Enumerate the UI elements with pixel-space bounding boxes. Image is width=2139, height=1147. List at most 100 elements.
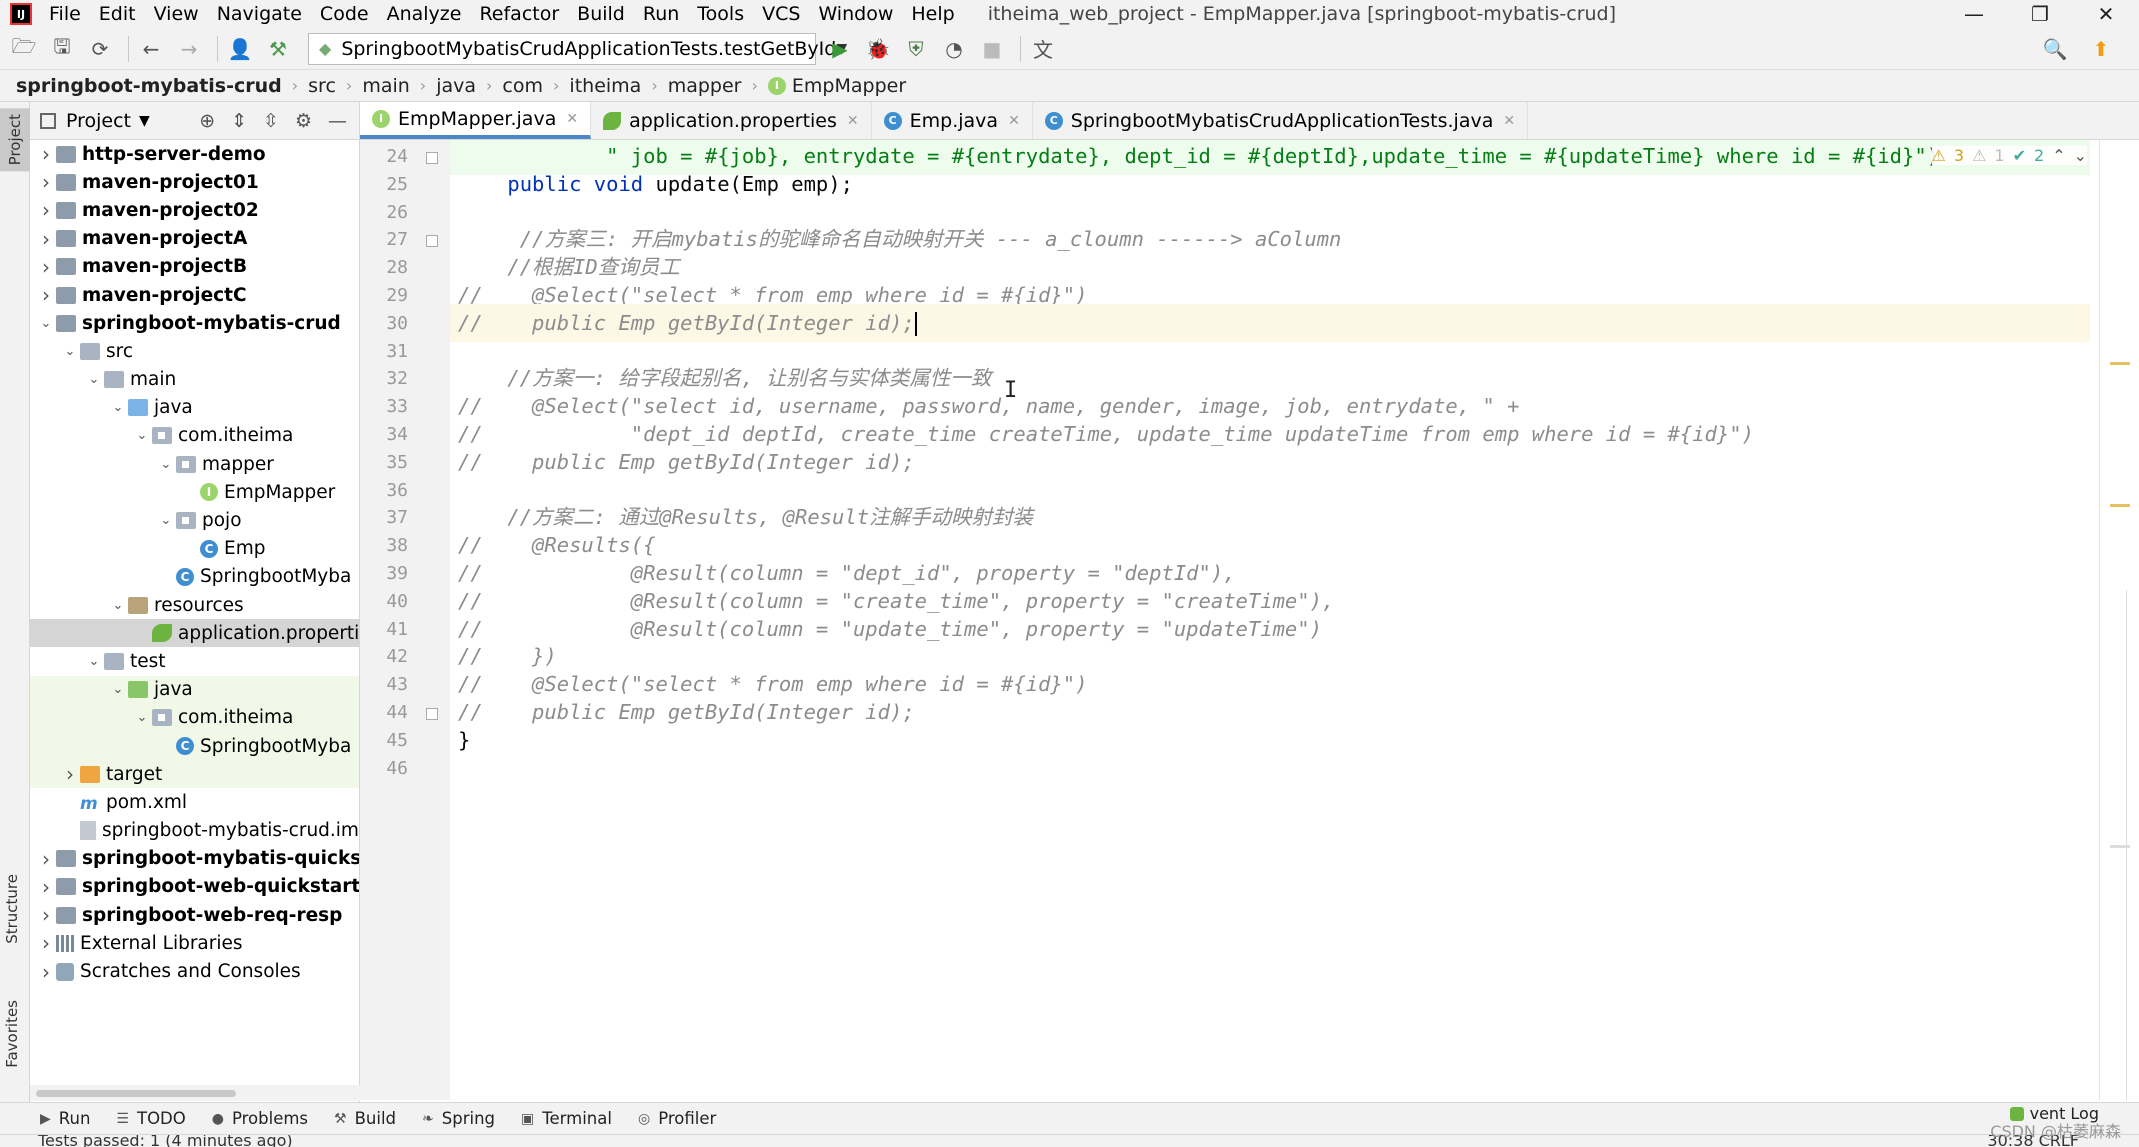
collapse-all-icon[interactable]: ⇳ xyxy=(263,110,279,132)
warning-stripe-mark[interactable] xyxy=(2110,504,2130,507)
tree-item[interactable]: › http-server-demo xyxy=(30,140,359,168)
tree-item[interactable]: › maven-projectB xyxy=(30,253,359,281)
update-icon[interactable]: ⬆ xyxy=(2085,33,2117,65)
editor-scrollbar[interactable] xyxy=(2126,590,2136,1100)
chevron-right-icon[interactable]: › xyxy=(36,198,56,222)
chevron-right-icon[interactable]: › xyxy=(36,847,56,871)
fold-marker-icon[interactable] xyxy=(426,152,438,164)
chevron-down-icon[interactable]: ▼ xyxy=(139,113,150,129)
menu-item-window[interactable]: Window xyxy=(809,0,902,28)
chevron-down-icon[interactable]: ⌄ xyxy=(60,344,80,359)
tree-item[interactable]: ⌄ resources xyxy=(30,591,359,619)
user-icon[interactable]: 👤 xyxy=(224,33,256,65)
editor-tab[interactable]: C SpringbootMybatisCrudApplicationTests.j… xyxy=(1033,102,1529,139)
search-icon[interactable]: 🔍 xyxy=(2039,33,2071,65)
menu-item-edit[interactable]: Edit xyxy=(90,0,145,28)
menu-item-file[interactable]: File xyxy=(40,0,90,28)
favorites-tool-tab[interactable]: Favorites xyxy=(3,1000,21,1068)
tool-window-spring[interactable]: ❧ Spring xyxy=(422,1109,495,1128)
gear-icon[interactable]: ⚙ xyxy=(295,110,312,132)
minimize-icon[interactable]: — xyxy=(1941,0,2007,28)
build-hammer-icon[interactable]: ⚒ xyxy=(262,33,294,65)
close-tab-icon[interactable]: ✕ xyxy=(1503,113,1515,129)
chevron-down-icon[interactable]: ⌄ xyxy=(108,598,128,613)
tree-item[interactable]: ⌄ pojo xyxy=(30,506,359,534)
chevron-right-icon[interactable]: › xyxy=(60,762,80,786)
menu-item-refactor[interactable]: Refactor xyxy=(470,0,568,28)
chevron-down-icon[interactable]: ⌄ xyxy=(84,654,104,669)
save-icon[interactable]: 🖫 xyxy=(46,33,78,65)
run-icon[interactable]: ▶ xyxy=(824,33,856,65)
tool-window-problems[interactable]: ● Problems xyxy=(212,1109,308,1128)
chevron-down-icon[interactable]: ⌄ xyxy=(108,682,128,697)
menu-item-vcs[interactable]: VCS xyxy=(753,0,809,28)
breadcrumb-item[interactable]: mapper xyxy=(668,75,742,97)
tree-item[interactable]: ⌄ springboot-mybatis-crud xyxy=(30,309,359,337)
tree-item[interactable]: ⌄ com.itheima xyxy=(30,422,359,450)
restore-icon[interactable]: ❐ xyxy=(2007,0,2073,28)
tool-window-build[interactable]: ⚒ Build xyxy=(334,1109,396,1128)
scrollbar-thumb[interactable] xyxy=(36,1090,236,1097)
previous-highlight-icon[interactable]: ⌃ xyxy=(2052,146,2065,165)
chevron-down-icon[interactable]: ⌄ xyxy=(156,457,176,472)
sync-icon[interactable]: ⟳ xyxy=(84,33,116,65)
tree-item[interactable]: › maven-project02 xyxy=(30,196,359,224)
tree-item[interactable]: ⌄ java xyxy=(30,675,359,704)
chevron-right-icon[interactable]: › xyxy=(36,960,56,984)
tree-item[interactable]: › maven-projectC xyxy=(30,281,359,309)
project-horizontal-scrollbar[interactable] xyxy=(30,1085,360,1101)
tree-item[interactable]: application.properti xyxy=(30,619,359,648)
breadcrumb-item[interactable]: com xyxy=(502,75,543,97)
breadcrumb-item[interactable]: springboot-mybatis-crud xyxy=(16,75,282,97)
tool-window-terminal[interactable]: ▣ Terminal xyxy=(521,1109,612,1128)
chevron-down-icon[interactable]: ⌄ xyxy=(108,400,128,415)
expand-all-icon[interactable]: ⇕ xyxy=(231,110,247,132)
project-tool-tab[interactable]: Project xyxy=(0,108,30,172)
tree-item[interactable]: ⌄ test xyxy=(30,647,359,675)
profile-icon[interactable]: ◔ xyxy=(938,33,970,65)
fold-marker-icon[interactable] xyxy=(426,708,438,720)
tree-item[interactable]: ⌄ src xyxy=(30,337,359,365)
tree-item[interactable]: › maven-project01 xyxy=(30,168,359,196)
next-highlight-icon[interactable]: ⌄ xyxy=(2074,146,2087,165)
coverage-icon[interactable]: ⛨ xyxy=(900,33,932,65)
fold-marker-icon[interactable] xyxy=(426,235,438,248)
inspection-widget[interactable]: ⚠ 3 ⚠ 1 ✔ 2 ⌃ ⌄ xyxy=(1931,146,2087,165)
menu-item-build[interactable]: Build xyxy=(568,0,634,28)
run-configuration-select[interactable]: ◆ SpringbootMybatisCrudApplicationTests.… xyxy=(308,32,847,65)
translate-icon[interactable]: 文 xyxy=(1027,33,1059,65)
menu-item-navigate[interactable]: Navigate xyxy=(208,0,311,28)
tree-item[interactable]: › springboot-web-req-resp xyxy=(30,901,359,929)
close-tab-icon[interactable]: ✕ xyxy=(847,113,859,129)
tree-item[interactable]: springboot-mybatis-crud.iml xyxy=(30,817,359,845)
back-arrow-icon[interactable]: ← xyxy=(135,33,167,65)
chevron-down-icon[interactable]: ⌄ xyxy=(36,316,56,331)
menu-item-code[interactable]: Code xyxy=(311,0,378,28)
tree-item[interactable]: ⌄ java xyxy=(30,394,359,422)
chevron-down-icon[interactable]: ⌄ xyxy=(132,710,152,725)
chevron-right-icon[interactable]: › xyxy=(36,903,56,927)
tree-item[interactable]: › springboot-mybatis-quickstart xyxy=(30,845,359,873)
chevron-down-icon[interactable]: ⌄ xyxy=(84,372,104,387)
menu-item-run[interactable]: Run xyxy=(634,0,688,28)
chevron-right-icon[interactable]: › xyxy=(36,227,56,251)
close-tab-icon[interactable]: ✕ xyxy=(566,111,578,127)
locate-icon[interactable]: ⊕ xyxy=(199,110,215,132)
editor-tab[interactable]: I EmpMapper.java ✕ xyxy=(360,102,592,139)
breadcrumb-item[interactable]: main xyxy=(362,75,409,97)
debug-icon[interactable]: 🐞 xyxy=(862,33,894,65)
tool-window-run[interactable]: ▶ Run xyxy=(40,1109,90,1128)
tree-item[interactable]: ⌄ mapper xyxy=(30,450,359,478)
menu-item-view[interactable]: View xyxy=(145,0,208,28)
tree-item[interactable]: Emp xyxy=(30,535,359,563)
chevron-right-icon[interactable]: › xyxy=(36,283,56,307)
close-tab-icon[interactable]: ✕ xyxy=(1008,113,1020,129)
menu-item-help[interactable]: Help xyxy=(902,0,963,28)
chevron-right-icon[interactable]: › xyxy=(36,170,56,194)
menu-item-analyze[interactable]: Analyze xyxy=(378,0,471,28)
breadcrumb-item[interactable]: src xyxy=(308,75,336,97)
tree-item[interactable]: m pom.xml xyxy=(30,788,359,816)
tree-item[interactable]: SpringbootMyba xyxy=(30,563,359,591)
structure-tool-tab[interactable]: Structure xyxy=(3,874,21,944)
error-stripe[interactable] xyxy=(2099,140,2139,1100)
